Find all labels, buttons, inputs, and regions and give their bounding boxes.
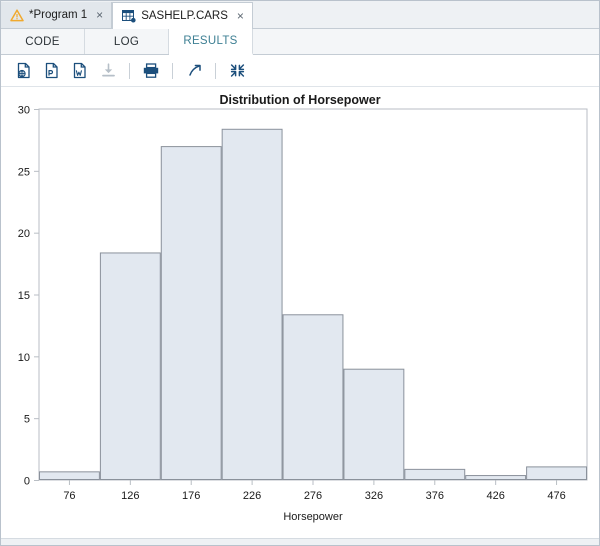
print-icon [142, 62, 160, 79]
y-axis-tick-label: 20 [18, 228, 30, 240]
export-word-button[interactable] [67, 59, 93, 83]
tab-code-label: CODE [25, 36, 59, 48]
x-axis-tick-label: 376 [426, 490, 444, 502]
close-icon[interactable]: × [96, 9, 103, 21]
histogram-bar[interactable] [100, 253, 160, 480]
x-axis-tick-label: 126 [121, 490, 139, 502]
x-axis-tick-label: 426 [486, 490, 504, 502]
histogram-bar[interactable] [344, 369, 404, 479]
x-axis-tick-label: 326 [365, 490, 383, 502]
y-axis-tick-label: 0 [24, 476, 30, 488]
window-tab-sashelp-cars[interactable]: SASHELP.CARS × [112, 2, 253, 29]
tab-code[interactable]: CODE [1, 29, 85, 54]
x-axis-tick-label: 276 [304, 490, 322, 502]
histogram-bar[interactable] [40, 472, 100, 480]
export-pdf-button[interactable] [39, 59, 65, 83]
x-axis-tick-label: 226 [243, 490, 261, 502]
window-tab-label: SASHELP.CARS [141, 10, 228, 22]
chart-canvas: 0 5 10 15 20 25 30 76 126 176 226 276 326 376 426 476 Ho… [1, 87, 599, 538]
x-axis-label: Horsepower [283, 511, 343, 523]
window-tab-label: *Program 1 [29, 9, 87, 21]
toolbar-separator-2 [172, 63, 173, 79]
window-tab-program1[interactable]: *Program 1 × [1, 2, 112, 28]
tab-results-label: RESULTS [183, 35, 237, 47]
x-axis-tick-label: 476 [547, 490, 565, 502]
y-axis-tick-label: 15 [18, 290, 30, 302]
export-pdf-icon [44, 62, 60, 79]
y-axis-tick-label: 25 [18, 166, 30, 178]
results-sub-tabs: CODE LOG RESULTS [1, 29, 599, 55]
open-in-new-window-icon [186, 62, 203, 79]
download-button[interactable] [95, 59, 121, 83]
tab-log[interactable]: LOG [85, 29, 169, 54]
window-tab-strip: *Program 1 × SASHELP.CARS × [1, 1, 599, 29]
print-button[interactable] [138, 59, 164, 83]
histogram-bar[interactable] [405, 469, 465, 479]
tab-results[interactable]: RESULTS [169, 29, 253, 55]
toolbar-separator-1 [129, 63, 130, 79]
y-axis-tick-label: 10 [18, 352, 30, 364]
histogram-bar[interactable] [283, 315, 343, 480]
y-axis-tick-label: 5 [24, 414, 30, 426]
histogram-bar[interactable] [527, 467, 587, 480]
y-axis-tick-label: 30 [18, 105, 30, 117]
x-axis-tick-label: 76 [63, 490, 75, 502]
download-icon [100, 62, 117, 79]
tab-log-label: LOG [114, 36, 139, 48]
status-strip [1, 538, 599, 545]
histogram-bar[interactable] [222, 129, 282, 479]
histogram-bar[interactable] [161, 147, 221, 480]
collapse-button[interactable] [224, 59, 250, 83]
results-toolbar [1, 55, 599, 87]
export-html-button[interactable] [11, 59, 37, 83]
x-axis-tick-label: 176 [182, 490, 200, 502]
table-grid-icon [122, 10, 136, 23]
histogram-bar[interactable] [466, 476, 526, 480]
histogram-chart: Distribution of Horsepower 0510152025307… [1, 87, 599, 538]
collapse-icon [229, 62, 246, 79]
toolbar-separator-3 [215, 63, 216, 79]
warning-triangle-icon [10, 9, 24, 22]
export-word-icon [72, 62, 88, 79]
open-in-new-window-button[interactable] [181, 59, 207, 83]
export-html-icon [16, 62, 32, 79]
close-icon[interactable]: × [237, 10, 244, 22]
results-panel: *Program 1 × SASHELP.CARS × CODE LOG R [0, 0, 600, 546]
